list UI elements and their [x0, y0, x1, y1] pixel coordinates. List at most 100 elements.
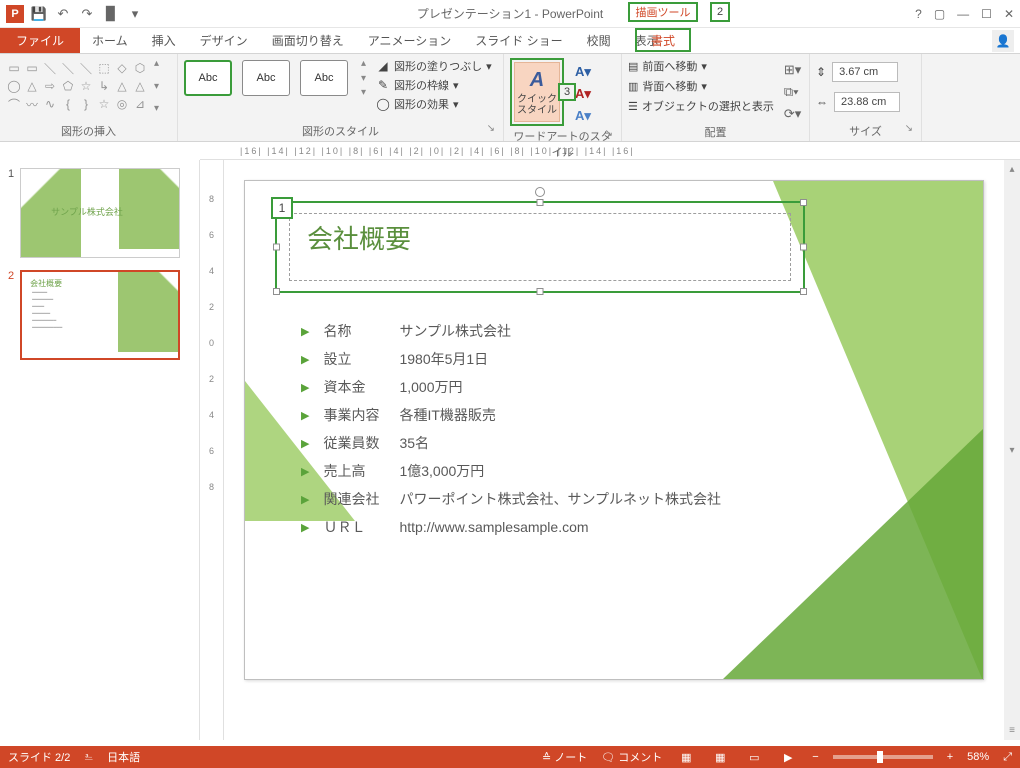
app-icon: P — [6, 5, 24, 23]
list-item: ▶関連会社パワーポイント株式会社、サンプルネット株式会社 — [301, 489, 721, 509]
resize-handle[interactable] — [273, 244, 280, 251]
text-effects-button[interactable]: A▾ — [572, 108, 594, 124]
slide-indicator[interactable]: スライド 2/2 — [8, 749, 70, 765]
vertical-scrollbar[interactable]: ▴▾≡ — [1004, 160, 1020, 740]
undo-icon[interactable]: ↶ — [54, 5, 72, 23]
shape-style-gallery[interactable]: Abc Abc Abc ▴▾▾ — [184, 58, 366, 98]
bring-forward-button[interactable]: ▤前面へ移動▾ — [628, 58, 774, 74]
shapes-gallery[interactable]: ▭▭＼＼＼⬚◇⬡ ◯△⇨⬠☆↳△△ ⌒〰∿{}☆◎⊿ — [6, 58, 148, 112]
maximize-icon[interactable]: ☐ — [981, 7, 992, 21]
shape-fill-button[interactable]: ◢図形の塗りつぶし▾ — [376, 58, 492, 74]
file-tab[interactable]: ファイル — [0, 28, 80, 53]
language-indicator[interactable]: 日本語 — [107, 749, 140, 765]
minimize-icon[interactable]: — — [957, 7, 969, 21]
slide: 1 会社概要 ▶名称サンプル株式会社 ▶設立1980年5月1日 — [244, 180, 984, 680]
resize-handle[interactable] — [800, 199, 807, 206]
zoom-in-button[interactable]: + — [947, 751, 953, 763]
selection-pane-button[interactable]: ☰オブジェクトの選択と表示 — [628, 98, 774, 114]
account-avatar[interactable]: 👤 — [992, 30, 1014, 52]
qat-more-icon[interactable]: ▾ — [126, 5, 144, 23]
slide-thumbnail-2[interactable]: 会社概要 ━━━━━━━━━━━━━━━━━━━━━━━━━━━━━━━━━━━… — [20, 270, 180, 360]
window-controls: ? ▢ — ☐ ✕ — [915, 7, 1014, 21]
drawing-tools-contextual-tab[interactable]: 描画ツール — [628, 2, 698, 22]
ribbon-group-size: ⇕ 3.67 cm ⇔ 23.88 cm サイズ↘ — [810, 54, 922, 141]
thumb-number: 1 — [8, 168, 14, 258]
resize-handle[interactable] — [537, 199, 544, 206]
slide-canvas[interactable]: 1 会社概要 ▶名称サンプル株式会社 ▶設立1980年5月1日 — [224, 160, 1020, 740]
title-bar: P 💾 ↶ ↷ ▉ ▾ プレゼンテーション1 - PowerPoint 描画ツー… — [0, 0, 1020, 28]
bullet-icon: ▶ — [301, 353, 309, 366]
tab-slideshow[interactable]: スライド ショー — [463, 28, 574, 53]
tab-insert[interactable]: 挿入 — [140, 28, 188, 53]
text-fill-button[interactable]: A▾ — [572, 64, 594, 80]
shape-effects-button[interactable]: ◯図形の効果▾ — [376, 96, 492, 112]
ribbon-group-shape-styles: Abc Abc Abc ▴▾▾ ◢図形の塗りつぶし▾ ✎図形の枠線▾ ◯図形の効… — [178, 54, 504, 141]
resize-handle[interactable] — [800, 288, 807, 295]
comments-button[interactable]: 🗨 コメント — [601, 749, 662, 765]
title-textbox-selected[interactable]: 1 会社概要 — [275, 201, 805, 293]
slideshow-view-icon[interactable]: ▶ — [778, 749, 798, 765]
ribbon-group-arrange: ▤前面へ移動▾ ▥背面へ移動▾ ☰オブジェクトの選択と表示 ⊞▾ ⧉▾ ⟳▾ 配… — [622, 54, 810, 141]
pen-icon: ✎ — [376, 78, 390, 92]
thumb-title: サンプル株式会社 — [51, 205, 123, 218]
vertical-ruler[interactable]: 864202468 — [200, 160, 224, 740]
shape-outline-button[interactable]: ✎図形の枠線▾ — [376, 77, 492, 93]
width-icon: ⇔ — [816, 95, 828, 109]
tab-format[interactable]: 書式 — [635, 28, 691, 52]
send-backward-icon: ▥ — [628, 80, 638, 93]
ribbon-tabstrip: ファイル ホーム 挿入 デザイン 画面切り替え アニメーション スライド ショー… — [0, 28, 1020, 54]
shape-height-input[interactable]: 3.67 cm — [832, 62, 898, 82]
tab-transitions[interactable]: 画面切り替え — [260, 28, 356, 53]
fit-to-window-icon[interactable]: ⤢ — [1003, 751, 1012, 764]
align-button[interactable]: ⊞▾ — [784, 62, 801, 78]
ribbon-display-options-icon[interactable]: ▢ — [934, 7, 945, 21]
rotate-handle[interactable] — [535, 187, 545, 197]
tab-design[interactable]: デザイン — [188, 28, 260, 53]
notes-button[interactable]: ≙ ノート — [542, 749, 587, 765]
tab-animations[interactable]: アニメーション — [356, 28, 464, 53]
resize-handle[interactable] — [273, 288, 280, 295]
dialog-launcher-icon[interactable]: ↘ — [605, 128, 613, 139]
normal-view-icon[interactable]: ▦ — [676, 749, 696, 765]
wordart-quick-styles-button[interactable]: A クイック スタイル — [514, 62, 560, 122]
shape-style-3[interactable]: Abc — [300, 60, 348, 96]
wordart-a-icon: A — [530, 69, 544, 92]
slide-thumbnails-pane[interactable]: 1 サンプル株式会社 2 会社概要 ━━━━━━━━━━━━━━━━━━━━━━… — [0, 160, 200, 740]
shapes-gallery-more[interactable]: ▴▾▾ — [152, 58, 159, 114]
zoom-out-button[interactable]: − — [812, 751, 818, 763]
sorter-view-icon[interactable]: ▦ — [710, 749, 730, 765]
tab-review[interactable]: 校閲 — [575, 28, 623, 53]
help-icon[interactable]: ? — [915, 7, 922, 21]
list-item: ▶ＵＲＬhttp://www.samplesample.com — [301, 517, 721, 537]
slide-title-text[interactable]: 会社概要 — [307, 219, 411, 256]
dialog-launcher-icon[interactable]: ↘ — [905, 123, 913, 134]
zoom-percent[interactable]: 58% — [967, 751, 989, 763]
close-icon[interactable]: ✕ — [1004, 7, 1014, 21]
slide-body-list[interactable]: ▶名称サンプル株式会社 ▶設立1980年5月1日 ▶資本金1,000万円 ▶事業… — [301, 321, 721, 545]
effects-icon: ◯ — [376, 97, 390, 111]
window-title: プレゼンテーション1 - PowerPoint — [417, 5, 603, 22]
bucket-icon: ◢ — [376, 59, 390, 73]
spellcheck-icon[interactable]: ⎁ — [84, 751, 93, 764]
dialog-launcher-icon[interactable]: ↘ — [487, 123, 495, 134]
rotate-button[interactable]: ⟳▾ — [784, 106, 801, 122]
shape-width-input[interactable]: 23.88 cm — [834, 92, 900, 112]
slide-thumbnail-1[interactable]: サンプル株式会社 — [20, 168, 180, 258]
resize-handle[interactable] — [537, 288, 544, 295]
shape-style-more[interactable]: ▴▾▾ — [358, 58, 366, 98]
reading-view-icon[interactable]: ▭ — [744, 749, 764, 765]
zoom-slider[interactable] — [833, 755, 933, 759]
redo-icon[interactable]: ↷ — [78, 5, 96, 23]
thumb-number: 2 — [8, 270, 14, 360]
start-slideshow-icon[interactable]: ▉ — [102, 5, 120, 23]
shape-style-1[interactable]: Abc — [184, 60, 232, 96]
shape-style-2[interactable]: Abc — [242, 60, 290, 96]
ribbon-group-wordart: 3 A クイック スタイル A▾ A▾ A▾ ワードアートのスタイル↘ — [504, 54, 622, 141]
save-icon[interactable]: 💾 — [30, 5, 48, 23]
list-item: ▶名称サンプル株式会社 — [301, 321, 721, 341]
send-backward-button[interactable]: ▥背面へ移動▾ — [628, 78, 774, 94]
group-button[interactable]: ⧉▾ — [784, 84, 801, 100]
resize-handle[interactable] — [800, 244, 807, 251]
tab-home[interactable]: ホーム — [80, 28, 140, 53]
bullet-icon: ▶ — [301, 437, 309, 450]
